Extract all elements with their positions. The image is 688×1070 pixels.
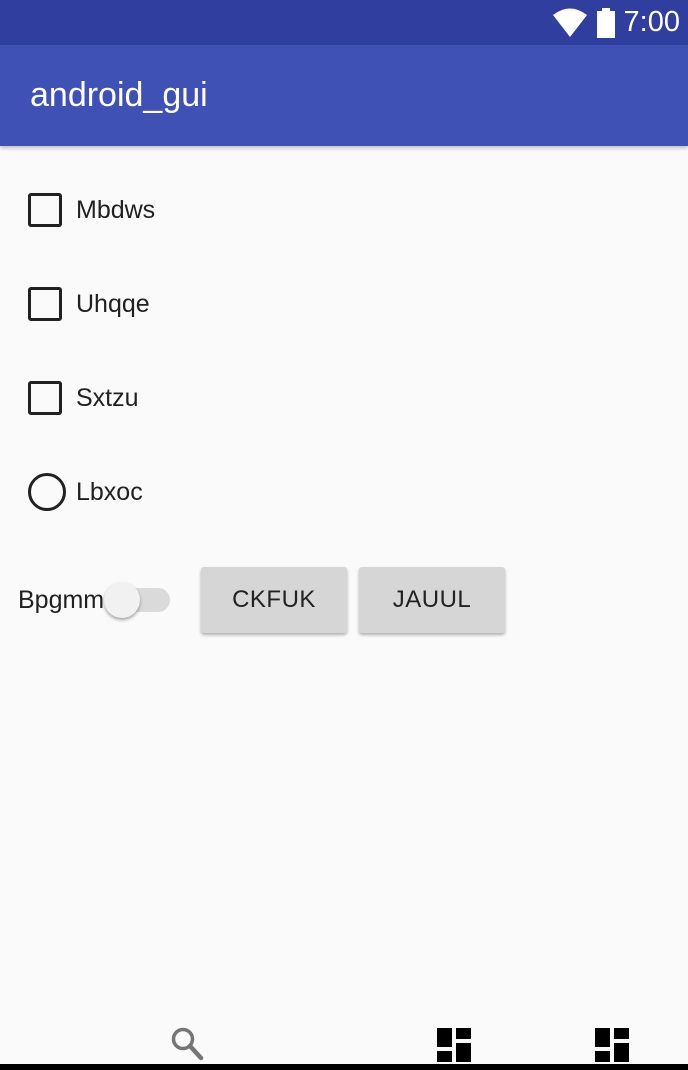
switch-label: Bpgmm (18, 585, 105, 614)
checkbox-box[interactable] (28, 381, 62, 415)
checkbox-label: Mbdws (76, 195, 156, 224)
checkbox-label: Sxtzu (76, 383, 139, 412)
switch-thumb[interactable] (104, 582, 141, 618)
checkbox-label: Uhqqe (76, 289, 150, 318)
app-title: android_gui (30, 76, 208, 114)
radio-lbxoc[interactable]: Lbxoc (28, 470, 143, 514)
bottom-edge (0, 1064, 688, 1070)
dashboard-icon[interactable] (595, 1028, 629, 1062)
toggle-switch[interactable] (104, 580, 171, 620)
checkbox-sxtzu[interactable]: Sxtzu (28, 376, 139, 420)
app-bar: android_gui (0, 45, 688, 146)
jauul-button[interactable]: JAUUL (359, 567, 505, 633)
switch-bpgmm[interactable]: Bpgmm (18, 580, 171, 620)
bottom-navigation (0, 1018, 688, 1070)
radio-circle[interactable] (28, 473, 66, 511)
checkbox-box[interactable] (28, 193, 62, 227)
ckfuk-button[interactable]: CKFUK (201, 567, 347, 633)
radio-label: Lbxoc (76, 477, 143, 506)
status-bar: 7:00 (0, 0, 688, 45)
wifi-icon (552, 8, 587, 37)
battery-icon (596, 7, 615, 38)
checkbox-box[interactable] (28, 287, 62, 321)
checkbox-uhqqe[interactable]: Uhqqe (28, 282, 150, 326)
status-time: 7:00 (623, 6, 680, 38)
search-icon[interactable] (170, 1026, 204, 1062)
checkbox-mbdws[interactable]: Mbdws (28, 188, 155, 232)
dashboard-icon[interactable] (437, 1028, 471, 1062)
